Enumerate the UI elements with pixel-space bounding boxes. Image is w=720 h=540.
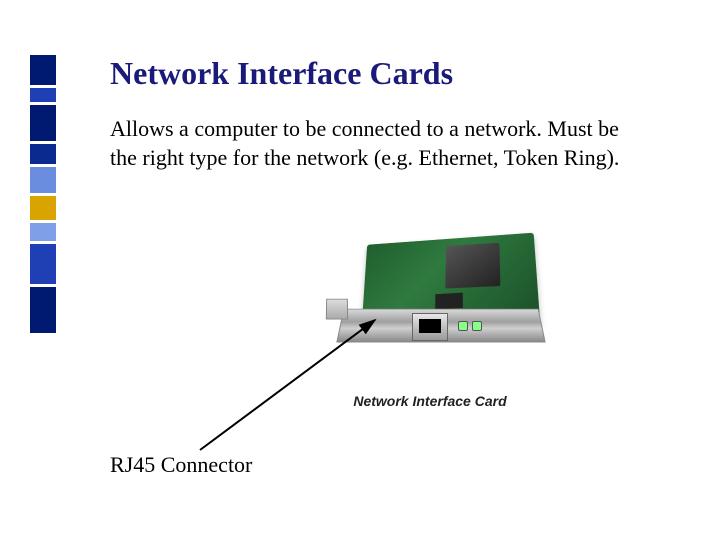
nic-card-graphic	[340, 235, 540, 355]
figure-caption: Network Interface Card	[300, 393, 560, 409]
decor-block	[30, 287, 56, 333]
decor-block	[30, 223, 56, 241]
decor-block	[30, 88, 56, 102]
decor-block	[30, 167, 56, 193]
small-chip	[435, 293, 463, 310]
decor-block	[30, 144, 56, 164]
bracket-tab	[326, 299, 348, 320]
decor-block	[30, 55, 56, 85]
nic-figure: Network Interface Card	[300, 225, 560, 415]
slide: Network Interface Cards Allows a compute…	[0, 0, 720, 540]
connector-label: RJ45 Connector	[110, 452, 252, 478]
slide-body-text: Allows a computer to be connected to a n…	[110, 115, 650, 172]
status-led-2	[472, 321, 482, 331]
status-led-1	[458, 321, 468, 331]
decor-block	[30, 105, 56, 141]
main-chip	[445, 243, 500, 289]
decor-block	[30, 196, 56, 220]
decor-block	[30, 244, 56, 284]
side-decoration	[30, 55, 56, 336]
slide-title: Network Interface Cards	[110, 55, 453, 92]
rj45-port	[412, 313, 448, 341]
